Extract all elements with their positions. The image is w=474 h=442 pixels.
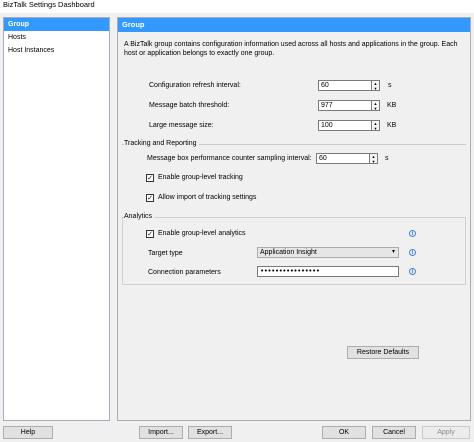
batch-threshold-label: Message batch threshold: [149, 102, 230, 109]
sampling-interval-spinner[interactable]: ▲ ▼ [370, 153, 378, 164]
sidebar: Group Hosts Host Instances [3, 17, 110, 421]
sidebar-item-group[interactable]: Group [4, 18, 109, 31]
import-button[interactable]: Import... [139, 426, 183, 439]
target-type-info-icon[interactable]: i [409, 249, 416, 256]
window-title: BizTalk Settings Dashboard [0, 0, 474, 13]
export-button[interactable]: Export... [188, 426, 232, 439]
spin-down-icon[interactable]: ▼ [372, 86, 379, 91]
spin-down-icon[interactable]: ▼ [370, 159, 377, 164]
help-button[interactable]: Help [3, 426, 53, 439]
enable-tracking-checkbox[interactable]: ✓ [146, 174, 154, 182]
sampling-interval-unit: s [385, 155, 389, 162]
batch-threshold-spinner[interactable]: ▲ ▼ [372, 100, 380, 111]
group-description: A BizTalk group contains configuration i… [124, 41, 458, 57]
config-refresh-input[interactable]: 60 [318, 80, 372, 91]
spin-down-icon[interactable]: ▼ [372, 106, 379, 111]
enable-tracking-label: Enable group-level tracking [158, 174, 243, 181]
analytics-group-title: Analytics [124, 213, 155, 220]
enable-analytics-label: Enable group-level analytics [158, 230, 246, 237]
connection-info-icon[interactable]: i [409, 268, 416, 275]
settings-panel: Group A BizTalk group contains configura… [117, 17, 471, 421]
sampling-interval-input[interactable]: 60 [316, 153, 370, 164]
analytics-info-icon[interactable]: i [409, 230, 416, 237]
target-type-select[interactable]: Application Insight ▾ [257, 247, 399, 258]
config-refresh-label: Configuration refresh interval: [149, 82, 241, 89]
enable-analytics-checkbox[interactable]: ✓ [146, 230, 154, 238]
large-message-label: Large message size: [149, 122, 214, 129]
large-message-spinner[interactable]: ▲ ▼ [372, 120, 380, 131]
sidebar-item-host-instances[interactable]: Host Instances [4, 44, 109, 57]
chevron-down-icon: ▾ [391, 249, 395, 255]
apply-button[interactable]: Apply [422, 426, 470, 439]
panel-header: Group [118, 18, 470, 32]
allow-import-checkbox[interactable]: ✓ [146, 194, 154, 202]
sidebar-item-hosts[interactable]: Hosts [4, 31, 109, 44]
config-refresh-unit: s [388, 82, 392, 89]
footer-bar: Help Import... Export... OK Cancel Apply [0, 423, 474, 442]
restore-defaults-button[interactable]: Restore Defaults [347, 346, 419, 359]
cancel-button[interactable]: Cancel [372, 426, 416, 439]
target-type-value: Application Insight [260, 249, 317, 256]
sampling-interval-label: Message box performance counter sampling… [147, 155, 312, 162]
allow-import-label: Allow import of tracking settings [158, 194, 257, 201]
spin-down-icon[interactable]: ▼ [372, 126, 379, 131]
connection-params-label: Connection parameters [148, 269, 221, 276]
large-message-unit: KB [387, 122, 397, 129]
batch-threshold-input[interactable]: 977 [318, 100, 372, 111]
batch-threshold-unit: KB [387, 102, 397, 109]
tracking-group-title: Tracking and Reporting [124, 140, 199, 147]
large-message-input[interactable]: 100 [318, 120, 372, 131]
target-type-label: Target type [148, 250, 183, 257]
connection-params-input[interactable]: •••••••••••••••• [257, 266, 399, 277]
ok-button[interactable]: OK [322, 426, 366, 439]
config-refresh-spinner[interactable]: ▲ ▼ [372, 80, 380, 91]
